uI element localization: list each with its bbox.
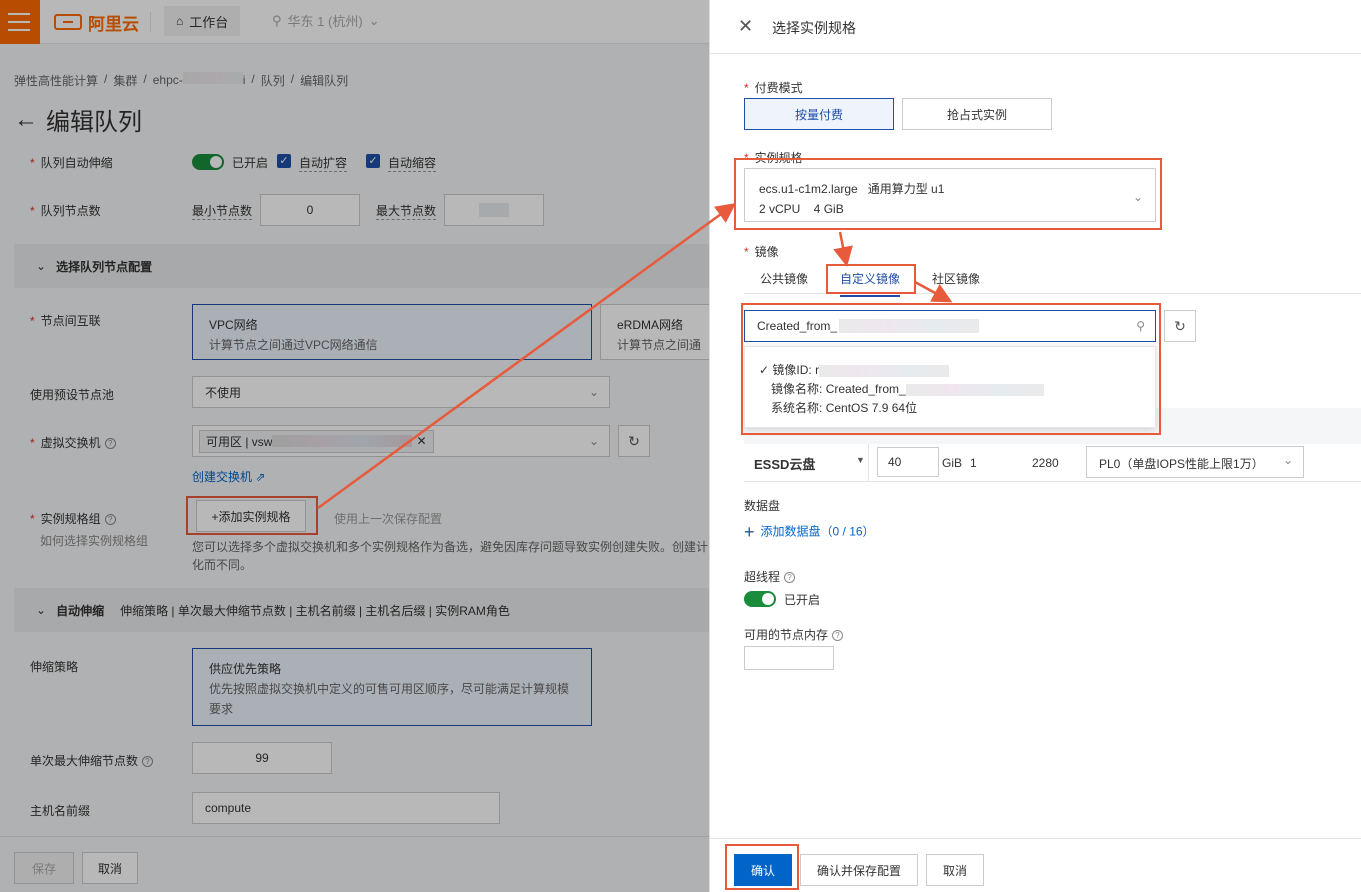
instance-spec-drawer: ✕ 选择实例规格 * 付费模式 按量付费 抢占式实例 * 实例规格 ecs.u1-c… (709, 0, 1361, 892)
help-icon[interactable]: ? (832, 630, 844, 642)
highlight-confirm (725, 844, 799, 890)
highlight-spec (734, 158, 1162, 230)
billing-label: * 付费模式 (744, 81, 803, 95)
tab-community-image[interactable]: 社区镜像 (932, 270, 980, 287)
queue-edit-page: 阿里云 ⌂ 工作台 ⚲ 华东 1 (杭州) ⌄ 弹性高性能计算 / 集群 / ehp… (0, 0, 709, 892)
drawer-cancel-button[interactable]: 取消 (926, 854, 984, 886)
caret-down-icon: ▼ (856, 455, 865, 465)
image-label: * 镜像 (744, 245, 779, 259)
memory-label: 可用的节点内存? (744, 626, 844, 643)
disk-value-1: 1 (970, 456, 977, 470)
highlight-image (741, 303, 1161, 435)
chevron-down-icon: ⌄ (1282, 453, 1293, 467)
system-disk-row: ESSD云盘 ▼ 40 GiB 1 2280 PL0（单盘IOPS性能上限1万）… (744, 444, 1361, 482)
drawer-title: 选择实例规格 (772, 20, 856, 36)
data-disk-label: 数据盘 (744, 499, 781, 513)
disk-unit: GiB (942, 456, 963, 470)
disk-type[interactable]: ESSD云盘 (754, 454, 815, 473)
disk-performance-select[interactable]: PL0（单盘IOPS性能上限1万） ⌄ (1086, 446, 1304, 478)
add-data-disk-link[interactable]: + 添加数据盘（0 / 16） (744, 522, 875, 543)
help-icon[interactable]: ? (784, 572, 796, 584)
drawer-header: ✕ 选择实例规格 (710, 0, 1361, 54)
billing-pay-as-you-go[interactable]: 按量付费 (744, 98, 894, 130)
hyperthread-label: 超线程? (744, 568, 796, 585)
tab-public-image[interactable]: 公共镜像 (760, 270, 808, 287)
highlight-custom-tab (826, 264, 916, 294)
refresh-icon[interactable]: ↻ (1164, 310, 1196, 342)
disk-size-input[interactable]: 40 (877, 447, 939, 477)
memory-input[interactable] (744, 646, 834, 670)
hyperthread-toggle[interactable] (744, 591, 776, 607)
confirm-save-button[interactable]: 确认并保存配置 (800, 854, 918, 886)
hyperthread-status: 已开启 (784, 593, 821, 607)
close-icon[interactable]: ✕ (738, 16, 753, 37)
disk-value-2: 2280 (1032, 456, 1059, 470)
billing-spot-instance[interactable]: 抢占式实例 (902, 98, 1052, 130)
modal-overlay[interactable] (0, 0, 709, 892)
plus-icon: + (744, 522, 755, 542)
